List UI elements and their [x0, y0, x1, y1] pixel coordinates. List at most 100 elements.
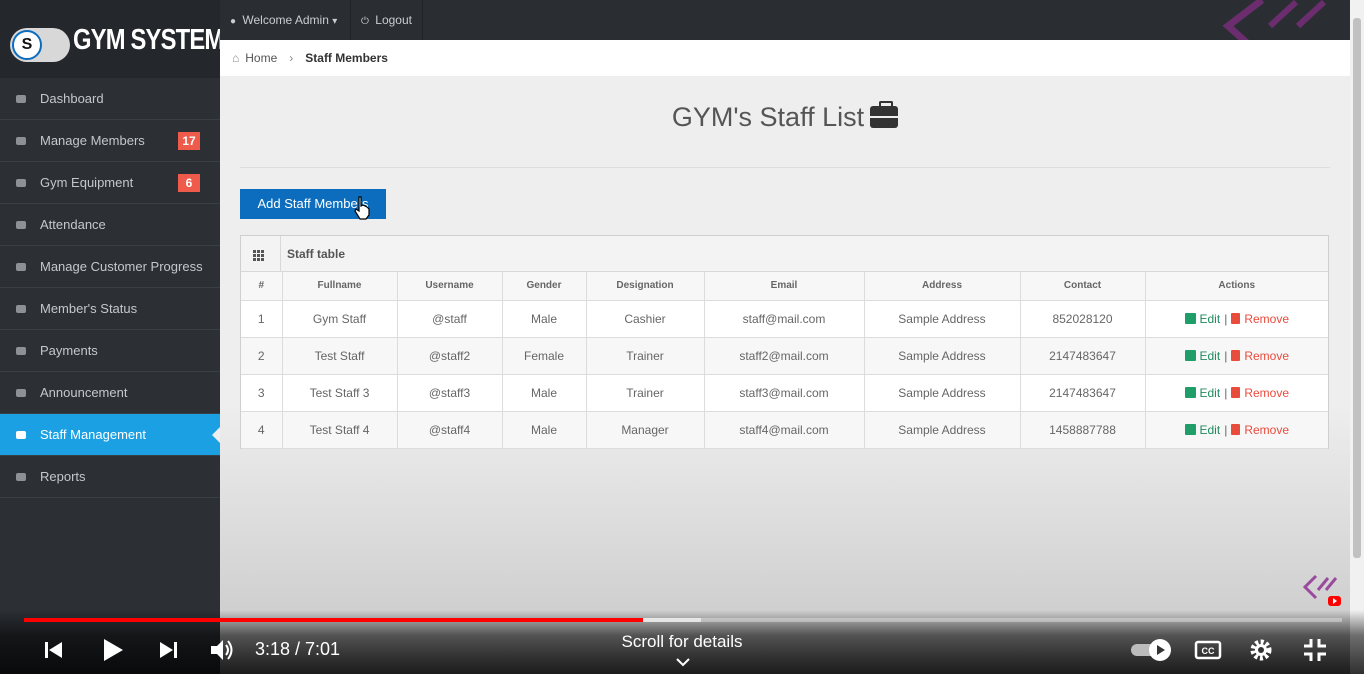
cell-contact: 852028120	[1019, 299, 1146, 338]
grid-icon	[241, 235, 281, 272]
progress-played	[24, 618, 644, 622]
cell-gender: Male	[501, 373, 587, 412]
edit-icon	[1184, 349, 1196, 361]
welcome-label: Welcome Admin	[242, 13, 329, 27]
logout-button[interactable]: ⏻ Logout	[351, 0, 423, 40]
action-separator: |	[1224, 422, 1228, 437]
logo-toggle[interactable]: S	[10, 28, 70, 62]
cell-contact: 1458887788	[1019, 410, 1146, 449]
sidebar-item-payments[interactable]: Payments	[0, 330, 220, 372]
cell-designation: Trainer	[585, 336, 705, 375]
page-title-wrap: GYM's Staff List	[220, 101, 1350, 133]
cell-gender: Male	[501, 299, 587, 338]
cell-address: Sample Address	[863, 299, 1021, 338]
breadcrumb-home[interactable]: Home	[245, 51, 277, 65]
table-row: 4 Test Staff 4 @staff4 Male Manager staf…	[241, 410, 1328, 449]
edit-link[interactable]: Edit	[1184, 422, 1221, 437]
cell-email: staff2@mail.com	[703, 336, 865, 375]
table-row: 2 Test Staff @staff2 Female Trainer staf…	[241, 336, 1328, 375]
column-header: Gender	[501, 272, 587, 301]
cell-actions: Edit | Remove	[1144, 410, 1328, 449]
cell-email: staff@mail.com	[703, 299, 865, 338]
trash-icon	[1231, 312, 1241, 324]
column-header: #	[241, 272, 283, 301]
column-header: Fullname	[281, 272, 398, 301]
cell-index: 4	[241, 410, 283, 449]
trash-icon	[1231, 349, 1241, 361]
table-row: 3 Test Staff 3 @staff3 Male Trainer staf…	[241, 373, 1328, 412]
main-content: GYM's Staff List Add Staff Members Staff…	[220, 76, 1350, 674]
megaphone-icon	[14, 386, 30, 400]
sidebar-item-label: Gym Equipment	[40, 175, 134, 190]
edit-link[interactable]: Edit	[1184, 349, 1220, 363]
edit-label: Edit	[1199, 422, 1221, 437]
sidebar-item-label: Staff Management	[40, 427, 146, 442]
sidebar-item-label: Reports	[40, 469, 86, 484]
chevron-down-icon[interactable]	[675, 656, 691, 668]
sidebar-item-label: Manage Customer Progress	[40, 259, 203, 274]
panel-header: Staff table	[241, 235, 1328, 272]
page-title: GYM's Staff List	[671, 102, 865, 132]
cell-username: @staff4	[396, 410, 503, 449]
sidebar-item-label: Payments	[40, 343, 98, 358]
cell-fullname: Test Staff	[281, 336, 398, 375]
sidebar-nav: Dashboard Manage Members 17 Gym Equipmen…	[0, 78, 220, 498]
cell-gender: Female	[501, 336, 587, 375]
remove-label: Remove	[1244, 422, 1289, 437]
remove-link[interactable]: Remove	[1231, 349, 1289, 363]
edit-icon	[1184, 423, 1196, 435]
cell-fullname: Gym Staff	[281, 299, 398, 338]
dashboard-icon	[14, 92, 30, 106]
file-icon	[14, 470, 30, 484]
panel-title: Staff table	[287, 246, 346, 261]
users-icon	[14, 134, 30, 148]
column-header: Email	[703, 272, 865, 301]
welcome-admin-menu[interactable]: ● Welcome Admin ▾	[220, 0, 352, 40]
cell-designation: Cashier	[585, 299, 705, 338]
edit-link[interactable]: Edit	[1184, 385, 1221, 400]
edit-icon	[1184, 312, 1196, 324]
sidebar-item-manage-members[interactable]: Manage Members 17	[0, 120, 220, 162]
sidebar-item-label: Announcement	[40, 385, 128, 400]
cell-index: 1	[241, 299, 283, 338]
hand-money-icon	[14, 344, 30, 358]
edit-label: Edit	[1199, 385, 1221, 400]
sidebar-item-gym-equipment[interactable]: Gym Equipment 6	[0, 162, 220, 204]
sidebar-item-announcement[interactable]: Announcement	[0, 372, 220, 414]
settings-gear-icon[interactable]	[1247, 636, 1275, 664]
sidebar-item-member-status[interactable]: Member's Status	[0, 288, 220, 330]
logo-toggle-knob: S	[12, 30, 42, 60]
sidebar-item-staff-management[interactable]: Staff Management	[0, 414, 220, 456]
remove-link[interactable]: Remove	[1231, 423, 1289, 437]
autoplay-toggle[interactable]	[1129, 636, 1175, 664]
staff-table-panel: Staff table # Fullname Username Gender D…	[240, 235, 1329, 449]
trash-icon	[1231, 386, 1241, 398]
remove-link[interactable]: Remove	[1231, 312, 1289, 326]
sidebar-item-label: Dashboard	[40, 91, 104, 106]
list-icon	[14, 260, 30, 274]
column-header: Actions	[1144, 272, 1328, 301]
column-header: Username	[396, 272, 503, 301]
video-progress-bar[interactable]	[24, 618, 1342, 622]
table-header-row: # Fullname Username Gender Designation E…	[241, 272, 1328, 301]
sidebar-item-customer-progress[interactable]: Manage Customer Progress	[0, 246, 220, 288]
page-scrollbar[interactable]	[1350, 0, 1364, 674]
cell-contact: 2147483647	[1019, 373, 1146, 412]
eye-icon	[14, 302, 30, 316]
edit-link[interactable]: Edit	[1184, 312, 1220, 326]
cell-username: @staff3	[396, 373, 503, 412]
sidebar-item-attendance[interactable]: Attendance	[0, 204, 220, 246]
captions-icon[interactable]: CC	[1193, 636, 1223, 664]
count-badge: 17	[178, 132, 200, 150]
briefcase-icon	[870, 101, 899, 128]
scrollbar-thumb[interactable]	[1353, 18, 1361, 558]
svg-text:CC: CC	[1202, 646, 1215, 656]
exit-fullscreen-icon[interactable]	[1301, 636, 1329, 664]
column-header: Contact	[1019, 272, 1146, 301]
column-header: Designation	[585, 272, 705, 301]
sidebar-item-reports[interactable]: Reports	[0, 456, 220, 498]
sidebar-item-dashboard[interactable]: Dashboard	[0, 78, 220, 120]
remove-link[interactable]: Remove	[1231, 386, 1289, 400]
logo: S GYM SYSTEM	[0, 0, 224, 78]
briefcase-icon	[14, 428, 30, 442]
